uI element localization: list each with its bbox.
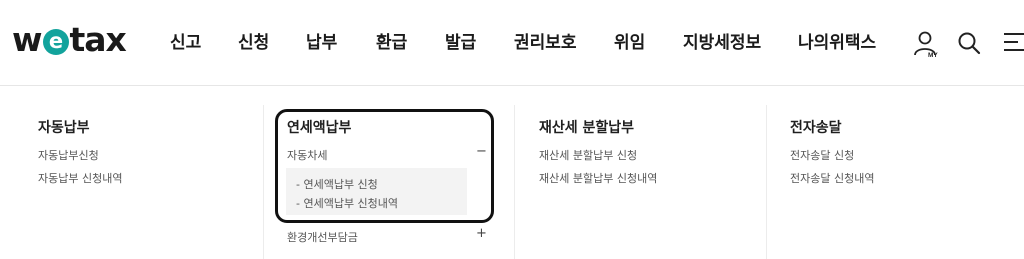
user-my-icon[interactable]: MY bbox=[913, 30, 941, 58]
nav-item-local-tax-info[interactable]: 지방세정보 bbox=[683, 28, 761, 58]
menu-link-installment-apply[interactable]: 재산세 분할납부 신청 bbox=[539, 147, 637, 163]
mega-menu-panel: 자동납부 자동납부신청 자동납부 신청내역 연세액납부 자동차세 − - 연세액… bbox=[0, 87, 1024, 259]
nav-item-report[interactable]: 신고 bbox=[170, 28, 201, 58]
menu-link-e-delivery-apply[interactable]: 전자송달 신청 bbox=[790, 147, 854, 163]
expand-toggle[interactable]: + bbox=[476, 226, 487, 241]
menu-link-e-delivery-history[interactable]: 전자송달 신청내역 bbox=[790, 170, 874, 186]
menu-title-property-installment: 재산세 분할납부 bbox=[539, 120, 635, 136]
nav-item-issue[interactable]: 발급 bbox=[445, 28, 476, 58]
menu-icon[interactable] bbox=[1002, 30, 1024, 54]
menu-title-annual-payment: 연세액납부 bbox=[287, 120, 352, 136]
nav-item-refund[interactable]: 환급 bbox=[376, 28, 407, 58]
column-divider bbox=[263, 105, 264, 259]
column-divider bbox=[766, 105, 767, 259]
logo-suffix: tax bbox=[69, 20, 127, 59]
nav-item-delegate[interactable]: 위임 bbox=[614, 28, 645, 58]
menu-group-environment-charge[interactable]: 환경개선부담금 bbox=[287, 229, 358, 245]
nav-item-my-wetax[interactable]: 나의위택스 bbox=[798, 28, 876, 58]
column-divider bbox=[514, 105, 515, 259]
submenu-vehicle-tax: - 연세액납부 신청 - 연세액납부 신청내역 bbox=[286, 168, 467, 215]
menu-group-vehicle-tax[interactable]: 자동차세 bbox=[287, 147, 327, 163]
menu-link-installment-history[interactable]: 재산세 분할납부 신청내역 bbox=[539, 170, 657, 186]
my-badge: MY bbox=[928, 52, 938, 58]
search-icon[interactable] bbox=[957, 30, 981, 56]
submenu-link-annual-apply[interactable]: - 연세액납부 신청 bbox=[296, 176, 378, 192]
nav-item-pay[interactable]: 납부 bbox=[306, 28, 337, 58]
wetax-logo[interactable]: w e tax bbox=[12, 20, 127, 60]
site-header: w e tax 신고 신청 납부 환급 발급 권리보호 위임 지방세정보 나의위택스… bbox=[0, 0, 1024, 86]
menu-title-auto-payment: 자동납부 bbox=[38, 120, 90, 136]
nav-item-rights[interactable]: 권리보호 bbox=[514, 28, 577, 58]
menu-link-auto-payment-apply[interactable]: 자동납부신청 bbox=[38, 147, 99, 163]
logo-prefix: w bbox=[12, 20, 42, 59]
submenu-link-annual-history[interactable]: - 연세액납부 신청내역 bbox=[296, 195, 398, 211]
nav-item-apply[interactable]: 신청 bbox=[238, 28, 269, 58]
collapse-toggle[interactable]: − bbox=[476, 144, 487, 159]
logo-e-mark: e bbox=[42, 29, 69, 55]
menu-link-auto-payment-history[interactable]: 자동납부 신청내역 bbox=[38, 170, 122, 186]
menu-title-e-delivery: 전자송달 bbox=[790, 120, 842, 136]
